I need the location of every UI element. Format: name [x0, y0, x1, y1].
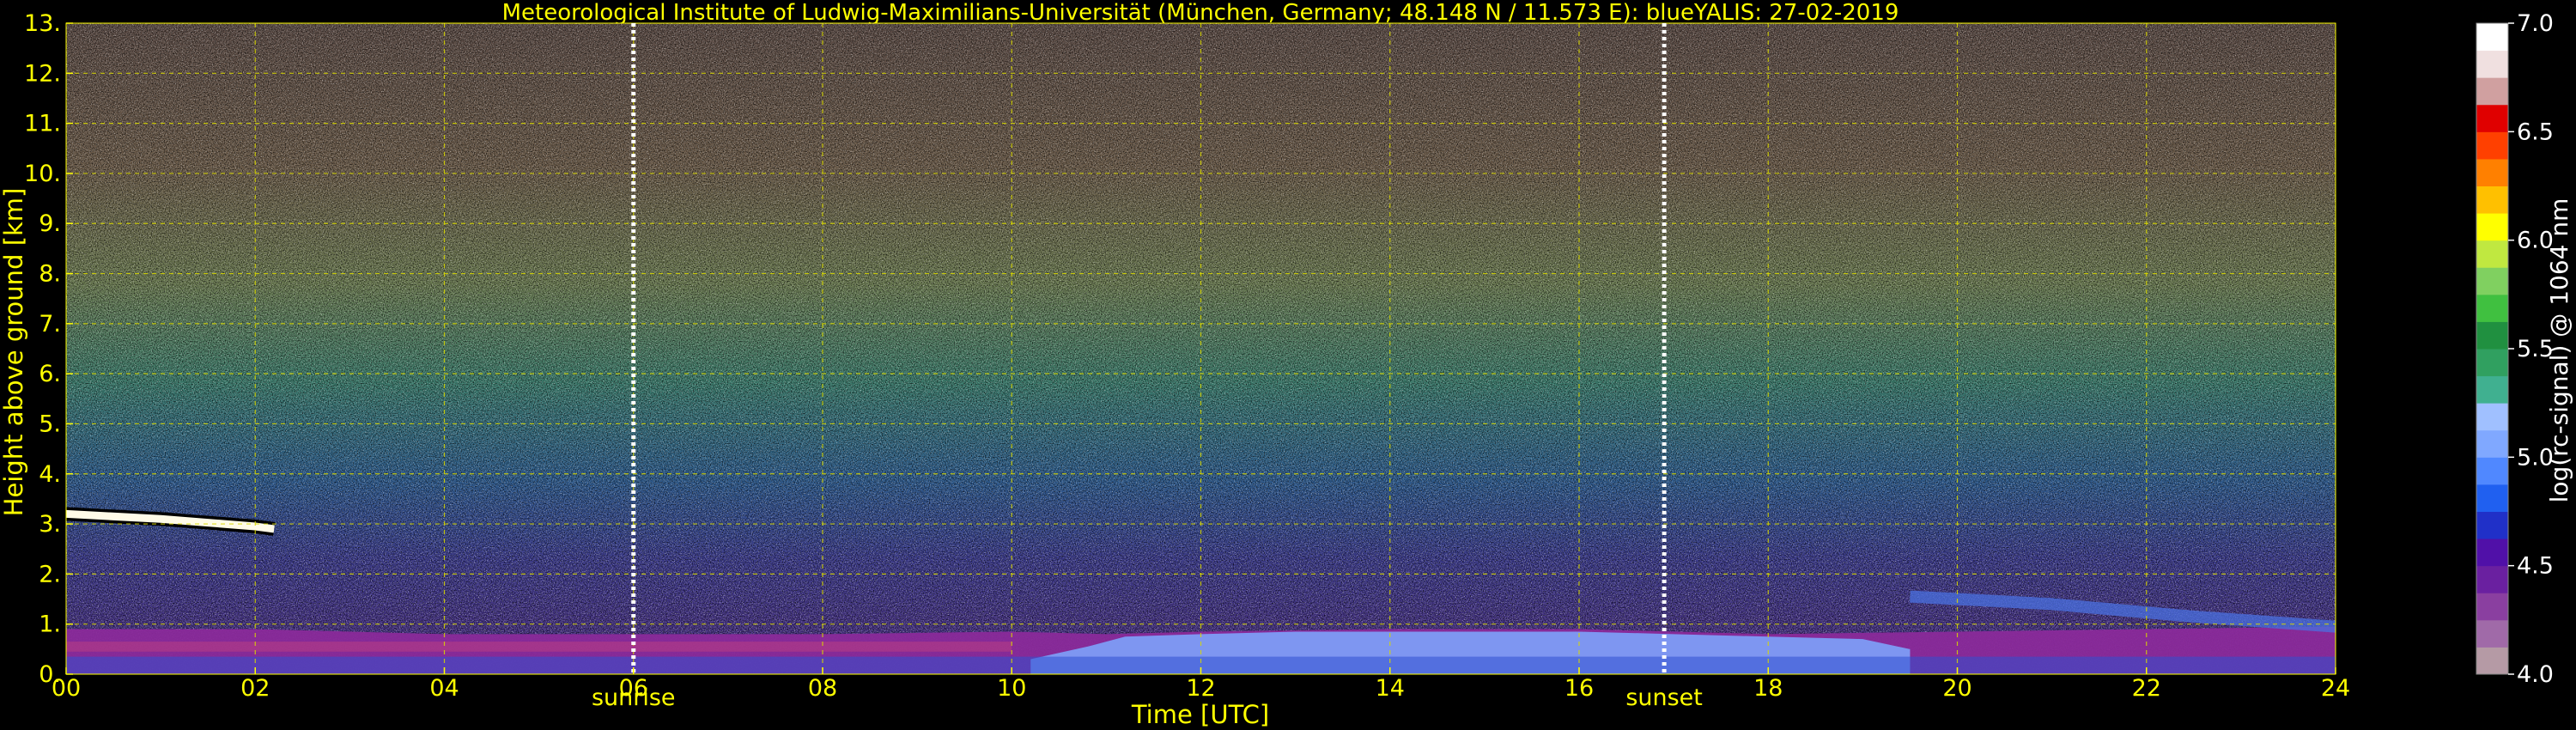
x-tick-label: 12	[1186, 675, 1215, 702]
lidar-quicklook-chart: Meteorological Institute of Ludwig-Maxim…	[0, 0, 2573, 729]
colorbar-tick-label: 6.5	[2517, 119, 2554, 145]
colorbar-segment	[2476, 50, 2508, 78]
x-tick-label: 06	[619, 675, 648, 702]
y-tick-label: 4.	[39, 461, 61, 488]
colorbar-segment	[2476, 647, 2508, 675]
y-tick-label: 13.	[24, 10, 61, 37]
colorbar-segment	[2476, 484, 2508, 512]
colorbar-segment	[2476, 349, 2508, 377]
colorbar-tick-label: 4.0	[2517, 661, 2554, 688]
colorbar-segment	[2476, 213, 2508, 241]
x-tick-label: 10	[997, 675, 1026, 702]
colorbar-segment	[2476, 565, 2508, 593]
colorbar	[2476, 23, 2508, 675]
x-tick-label: 22	[2132, 675, 2161, 702]
x-axis-label: Time [UTC]	[1131, 700, 1269, 729]
y-tick-label: 7.	[39, 311, 61, 338]
colorbar-segment	[2476, 457, 2508, 485]
y-tick-label: 5.	[39, 411, 61, 437]
sun-marker-label: sunset	[1625, 684, 1703, 711]
colorbar-segment	[2476, 375, 2508, 404]
colorbar-segment	[2476, 321, 2508, 350]
colorbar-segment	[2476, 429, 2508, 458]
y-tick-label: 12.	[24, 60, 61, 87]
x-tick-label: 14	[1376, 675, 1405, 702]
y-tick-label: 9.	[39, 210, 61, 237]
colorbar-segment	[2476, 403, 2508, 431]
y-tick-label: 11.	[24, 111, 61, 137]
colorbar-segment	[2476, 186, 2508, 214]
colorbar-segment	[2476, 158, 2508, 186]
colorbar-segment	[2476, 77, 2508, 106]
colorbar-segment	[2476, 267, 2508, 295]
colorbar-segment	[2476, 240, 2508, 268]
y-tick-label: 0.	[39, 661, 61, 688]
y-tick-label: 10.	[24, 161, 61, 187]
y-tick-label: 3.	[39, 511, 61, 538]
y-axis-label: Height above ground [km]	[0, 188, 28, 517]
colorbar-tick-label: 7.0	[2517, 10, 2554, 37]
colorbar-segment	[2476, 619, 2508, 648]
chart-title: Meteorological Institute of Ludwig-Maxim…	[502, 0, 1899, 26]
x-tick-label: 08	[808, 675, 837, 702]
y-tick-label: 8.	[39, 261, 61, 288]
x-tick-label: 04	[429, 675, 459, 702]
colorbar-segment	[2476, 538, 2508, 567]
y-tick-label: 2.	[39, 561, 61, 587]
colorbar-segment	[2476, 131, 2508, 160]
x-tick-label: 02	[240, 675, 270, 702]
x-tick-label: 18	[1753, 675, 1783, 702]
x-tick-label: 16	[1564, 675, 1594, 702]
residual-layer	[66, 642, 1012, 652]
x-tick-label: 24	[2321, 675, 2350, 702]
colorbar-segment	[2476, 104, 2508, 132]
colorbar-segment	[2476, 23, 2508, 52]
colorbar-tick-label: 4.5	[2517, 553, 2554, 580]
colorbar-label: log(rc-signal) @ 1064 nm	[2545, 198, 2573, 503]
y-tick-label: 1.	[39, 611, 61, 638]
y-axis-ticks: 0. 1. 2. 3. 4. 5. 6. 7. 8. 9. 10. 11. 12. 13.	[24, 10, 73, 688]
colorbar-segment	[2476, 294, 2508, 322]
colorbar-segment	[2476, 511, 2508, 539]
colorbar-segment	[2476, 593, 2508, 621]
x-tick-label: 20	[1942, 675, 1971, 702]
y-tick-label: 6.	[39, 361, 61, 387]
